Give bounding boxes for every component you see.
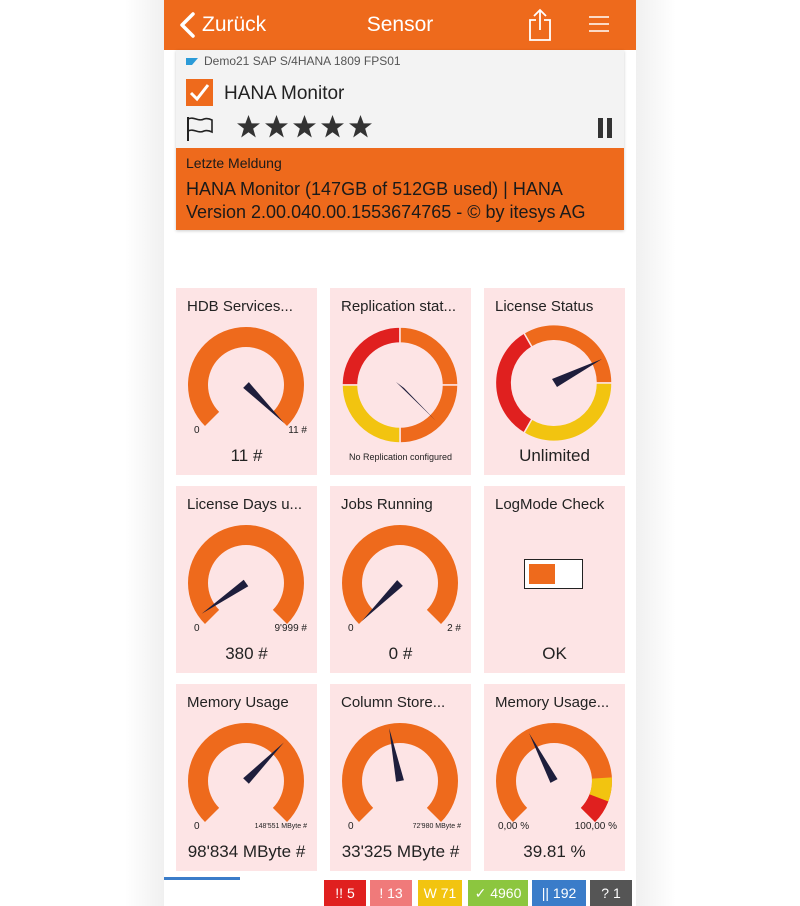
- star-icon[interactable]: [292, 114, 317, 139]
- back-button[interactable]: Zurück: [178, 11, 266, 39]
- gauge-max-label: 2 #: [447, 623, 461, 634]
- loading-progress: [164, 877, 240, 880]
- star-icon[interactable]: [348, 114, 373, 139]
- status-badge-error[interactable]: ! 13: [370, 880, 412, 906]
- star-icon[interactable]: [264, 114, 289, 139]
- gauge-max-label: 100,00 %: [574, 821, 617, 832]
- message-title: Letzte Meldung: [186, 155, 282, 171]
- gauge-min-label: 0: [194, 623, 200, 634]
- tile-value: 380 #: [225, 644, 268, 663]
- pause-icon[interactable]: [596, 118, 614, 138]
- replication-note: No Replication configured: [348, 452, 453, 462]
- sap-logo-icon: [186, 57, 198, 65]
- status-badge-paused[interactable]: || 192: [532, 880, 586, 906]
- status-badge-ok[interactable]: ✓ 4960: [468, 880, 528, 906]
- gauge-needle: [243, 742, 284, 784]
- gauge-min-label: 0: [194, 425, 200, 436]
- right-shadow: [636, 0, 676, 906]
- tile-replication-status[interactable]: Replication stat... No Replication confi…: [330, 288, 471, 475]
- tile-jobs-running[interactable]: Jobs Running 0 2 # 0 #: [330, 486, 471, 673]
- back-label: Zurück: [202, 13, 267, 36]
- badge-icon: !: [379, 885, 384, 901]
- gauge-arc: [188, 327, 304, 427]
- gauge-max-label: 11 #: [288, 425, 307, 436]
- badge-count: 4960: [490, 885, 522, 901]
- gauge-needle: [361, 580, 403, 622]
- tile-value: 98'834 MByte #: [187, 842, 306, 861]
- star-icon[interactable]: [320, 114, 345, 139]
- badge-count: 13: [387, 885, 403, 901]
- tile-license-days[interactable]: License Days u... 0 9'999 # 380 #: [176, 486, 317, 673]
- tile-value: 39.81 %: [523, 842, 586, 861]
- status-badge-critical[interactable]: !! 5: [324, 880, 366, 906]
- badge-count: 1: [612, 885, 621, 901]
- status-badge-unknown[interactable]: ? 1: [590, 880, 632, 906]
- last-message: Letzte Meldung HANA Monitor (147GB of 51…: [176, 148, 624, 230]
- gauge-needle: [243, 382, 285, 424]
- nav-bar: Zurück Sensor: [164, 0, 636, 50]
- tile-value: OK: [542, 644, 567, 663]
- badge-icon: W: [423, 885, 437, 901]
- tile-hdb-services[interactable]: HDB Services... 0 11 # 11 #: [176, 288, 317, 475]
- tile-value: 33'325 MByte #: [341, 842, 460, 861]
- system-label: Demo21 SAP S/4HANA 1809 FPS01: [204, 54, 401, 68]
- gauge-arc: [188, 525, 304, 625]
- gauge-max-label: 148'551 MByte #: [254, 823, 307, 830]
- share-icon[interactable]: [528, 8, 552, 42]
- logmode-switch[interactable]: [524, 559, 583, 589]
- gauge-arc: [342, 525, 458, 625]
- sensor-card: Demo21 SAP S/4HANA 1809 FPS01 HANA Monit…: [176, 50, 624, 230]
- badge-count: 192: [552, 885, 577, 901]
- tile-memory-usage[interactable]: Memory Usage 0 148'551 MByte # 98'834 MB…: [176, 684, 317, 871]
- gauge-min-label: 0,00 %: [498, 821, 530, 832]
- gauge-max-label: 72'980 MByte #: [412, 823, 461, 830]
- badge-icon: ?: [601, 885, 610, 901]
- select-checkbox[interactable]: [186, 79, 213, 106]
- gauge-arc: [188, 723, 304, 823]
- status-badge-warning[interactable]: W 71: [418, 880, 462, 906]
- badge-count: 5: [346, 885, 355, 901]
- star-icon[interactable]: [236, 114, 261, 139]
- app-screen: Zurück Sensor Demo21 SAP S/4HANA 1809 FP…: [164, 0, 636, 906]
- tile-license-status[interactable]: License Status Unlimited: [484, 288, 625, 475]
- left-shadow: [124, 0, 164, 906]
- tile-column-store[interactable]: Column Store... 0 72'980 MByte # 33'325 …: [330, 684, 471, 871]
- system-line: Demo21 SAP S/4HANA 1809 FPS01: [186, 54, 401, 68]
- badge-icon: ||: [541, 885, 550, 901]
- tile-value: 11 #: [230, 446, 263, 465]
- sensor-name: HANA Monitor: [224, 83, 345, 104]
- gauge-min-label: 0: [348, 623, 354, 634]
- star-rating: [236, 114, 373, 139]
- menu-icon[interactable]: [588, 13, 610, 35]
- gauge-min-label: 0: [348, 821, 354, 832]
- gauge-min-label: 0: [194, 821, 200, 832]
- chevron-left-icon: [180, 12, 195, 38]
- tile-value: 0 #: [388, 644, 413, 663]
- gauge-max-label: 9'999 #: [274, 623, 308, 634]
- badge-icon: ✓: [474, 884, 487, 901]
- tile-logmode-check[interactable]: LogMode Check OK: [484, 486, 625, 673]
- tile-memory-usage-percent[interactable]: Memory Usage... 0,00 % 100,00 % 39.81 %: [484, 684, 625, 871]
- checkmark-icon: [189, 84, 210, 102]
- tile-value: Unlimited: [519, 446, 590, 465]
- flag-icon[interactable]: [186, 116, 214, 142]
- badge-count: 71: [440, 885, 457, 901]
- status-ring-chart: [341, 326, 459, 444]
- tile-title: LogMode Check: [495, 496, 605, 513]
- message-text: HANA Monitor (147GB of 512GB used) | HAN…: [186, 179, 586, 222]
- badge-icon: !!: [335, 885, 344, 901]
